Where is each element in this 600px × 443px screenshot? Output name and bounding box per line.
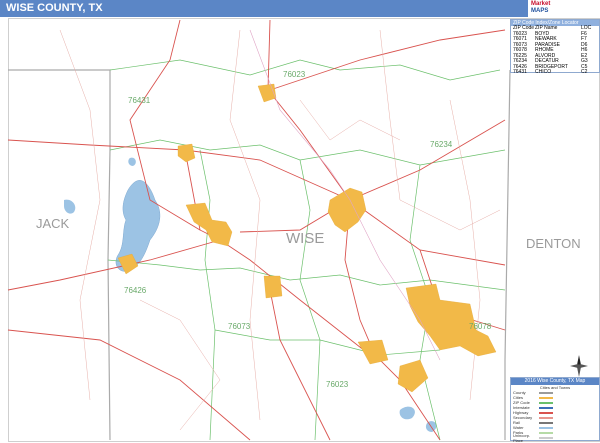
legend-swatch <box>539 396 553 399</box>
county-label-main: WISE <box>286 230 325 247</box>
compass-rose-icon <box>570 355 588 377</box>
zip-loc: C2 <box>581 69 588 75</box>
city-chico <box>177 143 196 163</box>
zip-index-table: ZIP Code Index/Zone Locator ZIP Code ZIP… <box>510 19 600 76</box>
legend-swatch <box>539 436 553 439</box>
county-boundary <box>8 69 111 441</box>
zip-name: CHICO <box>535 69 552 75</box>
highways <box>7 19 506 441</box>
legend-swatch <box>539 421 553 424</box>
city-paradise <box>263 275 283 299</box>
zip-label: 76234 <box>430 140 453 149</box>
zip-boundaries <box>107 59 506 441</box>
legend-swatch <box>539 401 553 404</box>
city-decatur <box>327 187 367 233</box>
legend-swatch <box>539 406 553 409</box>
legend-row-label: Unincorp. Place <box>513 432 531 443</box>
zip-label: 76431 <box>128 96 151 105</box>
lake-west <box>64 199 76 214</box>
zip-label: 76023 <box>283 70 306 79</box>
pond-1 <box>128 157 136 166</box>
zip-label: 76023 <box>326 380 349 389</box>
map-legend: 2016 Wise County, TX Map Cities and Town… <box>510 377 600 443</box>
zip-code: 76431 <box>513 69 527 75</box>
legend-swatch <box>539 411 553 414</box>
pond-2 <box>399 406 415 420</box>
legend-title: 2016 Wise County, TX Map <box>511 378 599 385</box>
zip-label: 76073 <box>228 322 251 331</box>
legend-swatch <box>539 391 553 394</box>
legend-row: Unincorp. Place <box>511 432 599 443</box>
city-boyd <box>397 359 429 393</box>
county-label-east: DENTON <box>526 236 581 251</box>
city-alvord <box>257 83 277 103</box>
legend-swatch <box>539 431 553 434</box>
legend-swatch <box>539 416 553 419</box>
zip-label: 76078 <box>469 322 492 331</box>
city-rhome <box>405 283 497 357</box>
city-newark <box>357 339 389 365</box>
legend-rows: County Cities ZIP Code Interstate Highway Sec… <box>511 390 599 443</box>
legend-swatch <box>539 426 553 429</box>
table-row: 76431 CHICO C2 <box>511 69 599 76</box>
county-label-west: JACK <box>36 216 70 231</box>
zip-label: 76426 <box>124 286 147 295</box>
